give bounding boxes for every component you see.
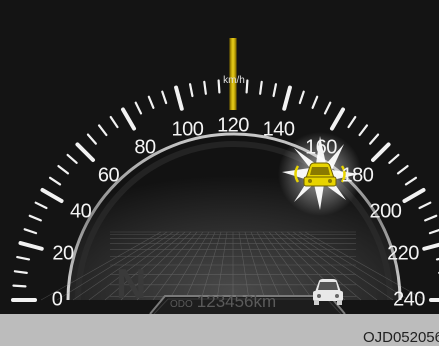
- odometer-value: 123456: [196, 292, 254, 311]
- minor-tick: [418, 201, 432, 210]
- instrument-cluster: 0 20 40 60 80 100 120 140 160 180 200 220 240 km/h N…: [0, 0, 439, 314]
- speed-label-40: 40: [69, 200, 92, 223]
- major-tick: [121, 107, 136, 131]
- minor-tick: [16, 255, 31, 261]
- minor-tick: [396, 164, 409, 175]
- speed-needle-icon: [229, 38, 237, 110]
- minor-tick: [388, 153, 400, 164]
- minor-tick: [147, 95, 155, 109]
- speed-label-0: 0: [51, 288, 63, 311]
- minor-tick: [23, 228, 38, 235]
- minor-tick: [217, 79, 221, 94]
- major-tick: [40, 188, 64, 203]
- speed-label-60: 60: [97, 164, 120, 187]
- caption-strip: OJD052056: [0, 314, 439, 346]
- minor-tick: [323, 101, 332, 115]
- major-tick: [282, 85, 292, 111]
- major-tick: [422, 242, 439, 251]
- minor-tick: [347, 115, 357, 129]
- odometer-display: ODO 123456km: [170, 292, 276, 312]
- minor-tick: [298, 90, 305, 105]
- minor-tick: [12, 284, 27, 288]
- minor-tick: [311, 95, 319, 109]
- minor-tick: [245, 79, 249, 94]
- major-tick: [18, 241, 44, 251]
- major-tick: [330, 107, 345, 131]
- minor-tick: [404, 176, 418, 186]
- minor-tick: [188, 83, 194, 98]
- figure-code: OJD052056: [362, 329, 439, 346]
- minor-tick: [34, 201, 48, 210]
- speed-label-240: 240: [393, 288, 425, 311]
- odometer-label: ODO: [170, 299, 193, 310]
- minor-tick: [161, 90, 168, 105]
- major-tick: [75, 142, 95, 162]
- major-tick: [371, 142, 391, 162]
- minor-tick: [358, 124, 369, 137]
- speed-label-80: 80: [134, 136, 156, 159]
- minor-tick: [424, 214, 438, 222]
- minor-tick: [66, 153, 78, 164]
- speed-label-160: 160: [305, 136, 337, 159]
- minor-tick: [28, 214, 42, 222]
- minor-tick: [369, 133, 380, 145]
- minor-tick: [97, 124, 108, 137]
- speed-label-100: 100: [171, 118, 204, 141]
- minor-tick: [13, 270, 28, 274]
- speed-label-200: 200: [369, 200, 402, 223]
- minor-tick: [272, 83, 278, 98]
- minor-tick: [48, 176, 62, 186]
- odometer-unit: km: [253, 292, 277, 311]
- minor-tick: [86, 133, 97, 145]
- figure-frame: 0 20 40 60 80 100 120 140 160 180 200 220 240 km/h N…: [0, 0, 439, 346]
- speed-label-180: 180: [341, 164, 374, 187]
- speedometer-gauge: [11, 38, 439, 314]
- major-tick: [174, 85, 184, 111]
- speed-label-120: 120: [217, 114, 249, 137]
- minor-tick: [109, 115, 119, 129]
- speed-unit-label: km/h: [223, 75, 245, 86]
- minor-tick: [203, 80, 207, 95]
- minor-tick: [134, 101, 143, 115]
- speed-label-20: 20: [52, 242, 74, 265]
- major-tick: [402, 188, 426, 203]
- gear-indicator: N: [116, 260, 147, 307]
- speed-label-220: 220: [387, 242, 419, 265]
- minor-tick: [259, 80, 263, 95]
- speed-label-140: 140: [262, 118, 295, 141]
- minor-tick: [428, 228, 439, 235]
- minor-tick: [57, 164, 70, 175]
